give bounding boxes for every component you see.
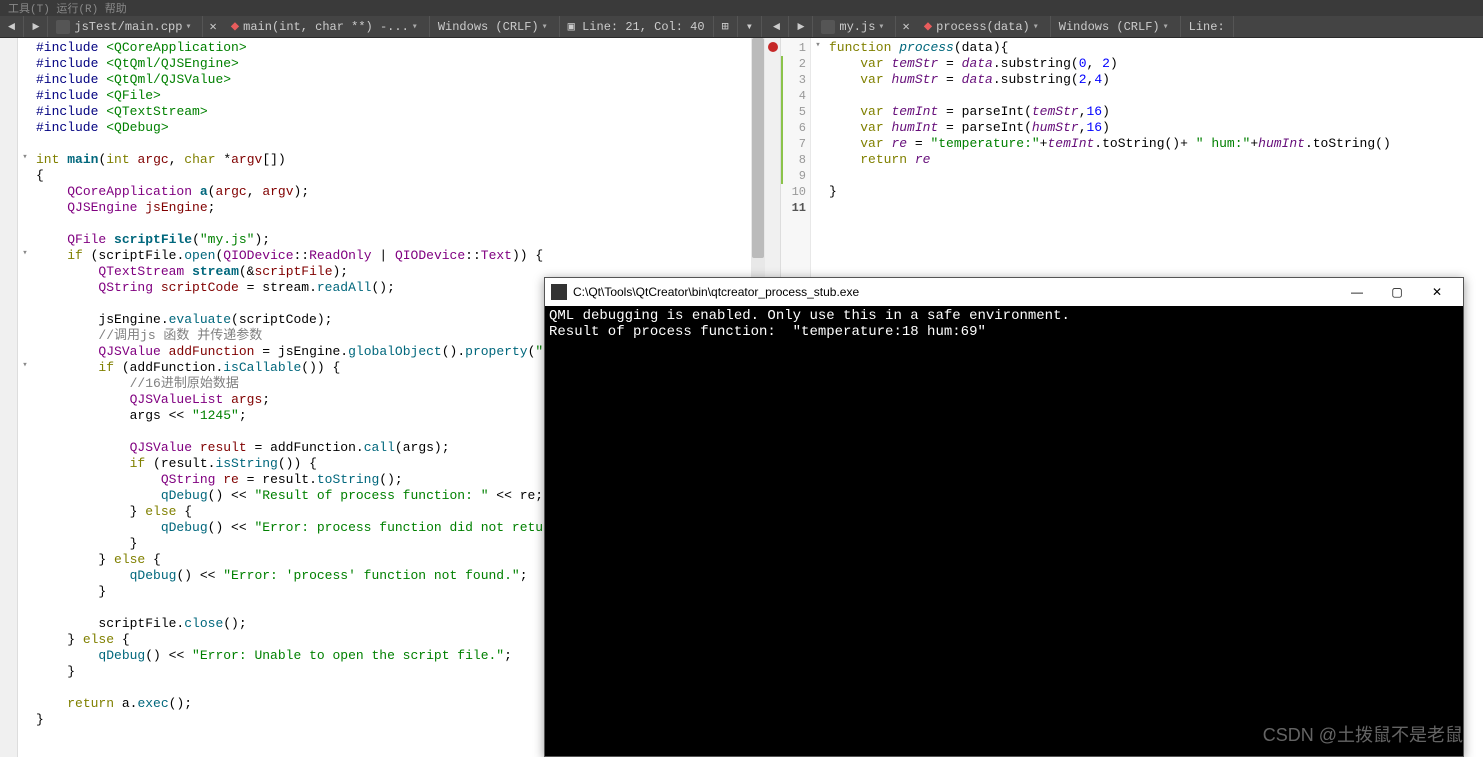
right-toolbar: ◄ ► my.js ▾ ✕ ◆ process(data) ▾ Windows … [765,16,1483,38]
symbol-selector[interactable]: ◆ process(data) ▾ [916,16,1051,37]
line-number: 4 [781,88,806,104]
line-number: 9 [781,168,806,184]
split-button[interactable]: ⊞ [714,16,738,37]
close-tab-button[interactable]: ✕ [896,19,915,34]
app-icon [551,284,567,300]
maximize-button[interactable]: ▢ [1377,285,1417,299]
line-number: 1 [781,40,806,56]
line-number: 7 [781,136,806,152]
split-close-button[interactable]: ▾ [738,16,762,37]
close-tab-button[interactable]: ✕ [203,19,222,34]
console-window[interactable]: C:\Qt\Tools\QtCreator\bin\qtcreator_proc… [544,277,1464,757]
console-title-text: C:\Qt\Tools\QtCreator\bin\qtcreator_proc… [573,285,859,299]
nav-forward-button[interactable]: ► [24,16,48,37]
dirty-indicator-icon: ◆ [924,18,936,35]
left-toolbar: ◄ ► jsTest/main.cpp ▾ ✕ ◆ main(int, char… [0,16,765,38]
line-number: 6 [781,120,806,136]
file-icon [821,20,835,34]
encoding-selector[interactable]: Windows (CRLF) ▾ [430,16,560,37]
line-number: 11 [781,200,806,216]
dirty-indicator-icon: ◆ [231,18,243,35]
close-button[interactable]: ✕ [1417,285,1457,299]
console-output[interactable]: QML debugging is enabled. Only use this … [545,306,1463,342]
line-number: 8 [781,152,806,168]
symbol-selector[interactable]: ◆ main(int, char **) -... ▾ [223,16,430,37]
breakpoint-icon[interactable] [768,42,778,52]
line-number: 10 [781,184,806,200]
line-number: 5 [781,104,806,120]
line-number: 2 [781,56,806,72]
encoding-selector[interactable]: Windows (CRLF) ▾ [1051,16,1181,37]
position-indicator[interactable]: Line: [1181,16,1234,37]
line-number: 3 [781,72,806,88]
nav-back-button[interactable]: ◄ [765,16,789,37]
main-menu[interactable]: 工具(T) 运行(R) 帮助 [0,0,1483,16]
watermark: CSDN @土拨鼠不是老鼠 [1263,721,1463,747]
nav-back-button[interactable]: ◄ [0,16,24,37]
nav-forward-button[interactable]: ► [789,16,813,37]
chevron-down-icon: ▾ [182,21,194,33]
console-titlebar[interactable]: C:\Qt\Tools\QtCreator\bin\qtcreator_proc… [545,278,1463,306]
file-selector[interactable]: jsTest/main.cpp ▾ [48,16,203,37]
position-indicator[interactable]: ▣ Line: 21, Col: 40 [560,16,714,37]
breakpoint-gutter[interactable] [0,38,18,757]
file-icon [56,20,70,34]
minimize-button[interactable]: — [1337,285,1377,299]
fold-gutter[interactable]: ▾ ▾ ▾ [18,38,32,757]
file-selector[interactable]: my.js ▾ [813,16,896,37]
bookmark-icon: ▣ [568,19,575,34]
